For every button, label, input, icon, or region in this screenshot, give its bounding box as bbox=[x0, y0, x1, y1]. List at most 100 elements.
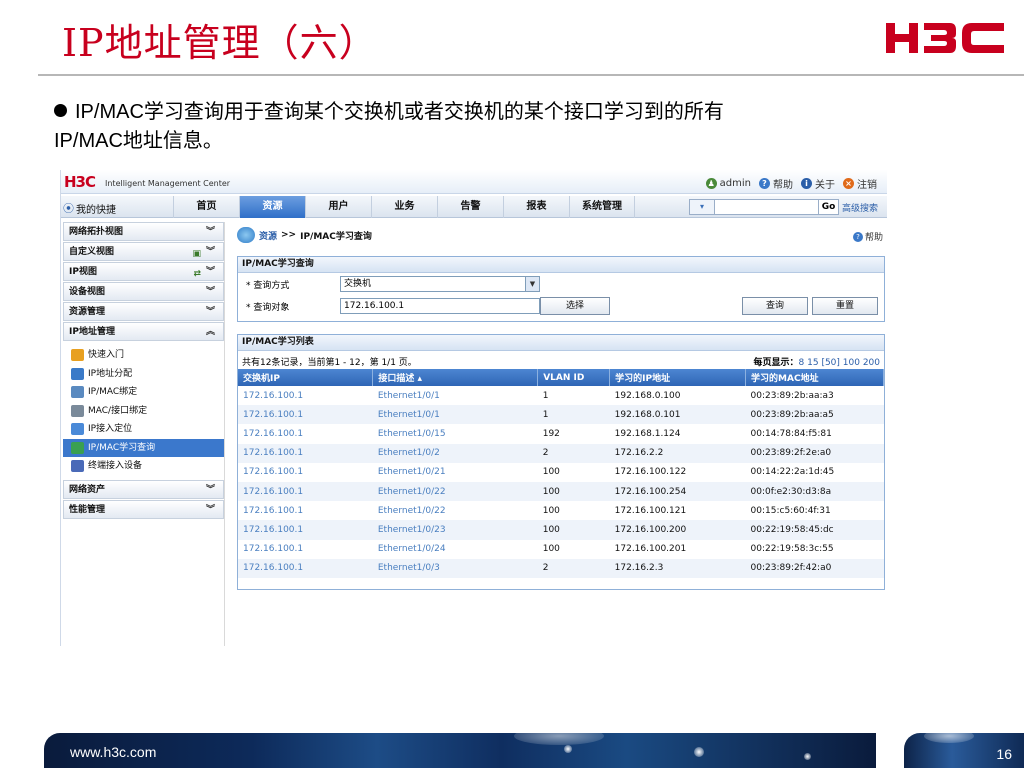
result-summary-bar: 共有12条记录，当前第1 - 12，第 1/1 页。 每页显示：8 15 [50… bbox=[238, 351, 884, 369]
column-header-3[interactable]: 学习的IP地址 bbox=[609, 369, 747, 386]
table-cell[interactable]: Ethernet1/0/24 bbox=[373, 540, 538, 559]
sidebar-group[interactable]: 网络资产 ︾ bbox=[63, 479, 224, 499]
table-row[interactable]: 172.16.100.1 Ethernet1/0/22 100 172.16.100.… bbox=[238, 501, 884, 520]
advanced-search-link[interactable]: 高级搜索 bbox=[842, 201, 878, 214]
sidebar-group[interactable]: 性能管理 ︾ bbox=[63, 499, 224, 519]
collapse-chevron-icon[interactable]: ︾ bbox=[206, 481, 215, 499]
collapse-chevron-icon[interactable]: ︽ bbox=[206, 323, 215, 341]
column-header-1[interactable]: 接口描述 ▴ bbox=[372, 369, 539, 386]
add-view-icon[interactable]: ▣ bbox=[192, 245, 201, 263]
sidebar-item-3[interactable]: MAC/接口绑定 bbox=[69, 402, 224, 421]
sidebar-item-1[interactable]: IP地址分配 bbox=[69, 365, 224, 384]
tab-1[interactable]: 资源 bbox=[239, 196, 305, 218]
query-button[interactable]: 查询 bbox=[742, 297, 808, 315]
table-row[interactable]: 172.16.100.1 Ethernet1/0/23 100 172.16.100.… bbox=[238, 520, 884, 540]
tab-3[interactable]: 业务 bbox=[371, 196, 437, 218]
footer-glint bbox=[924, 733, 974, 743]
title-divider bbox=[38, 74, 1024, 76]
table-cell[interactable]: 172.16.100.1 bbox=[238, 481, 373, 502]
collapse-chevron-icon[interactable]: ︾ bbox=[206, 303, 215, 321]
sidebar-group-label: IP地址管理 bbox=[69, 327, 115, 337]
table-cell[interactable]: 172.16.100.1 bbox=[238, 463, 373, 482]
table-cell[interactable]: Ethernet1/0/22 bbox=[372, 481, 538, 502]
bullet-paragraph: IP/MAC学习查询用于查询某个交换机或者交换机的某个接口学习到的所有 IP/M… bbox=[54, 98, 954, 156]
sidebar-item-2[interactable]: IP/MAC绑定 bbox=[69, 383, 224, 402]
collapse-chevron-icon[interactable]: ︾ bbox=[206, 223, 215, 241]
select-button[interactable]: 选择 bbox=[540, 297, 610, 315]
table-row[interactable]: 172.16.100.1 Ethernet1/0/15 192 192.168.1.1… bbox=[238, 424, 884, 443]
table-row[interactable]: 172.16.100.1 Ethernet1/0/1 1 192.168.0.100 0… bbox=[238, 386, 884, 405]
sidebar-item-4[interactable]: IP接入定位 bbox=[69, 420, 224, 439]
table-cell[interactable]: 172.16.100.1 bbox=[238, 540, 373, 559]
sidebar-group[interactable]: 设备视图 ︾ bbox=[63, 282, 224, 301]
collapse-chevron-icon[interactable]: ︾ bbox=[206, 263, 215, 281]
table-cell: 00:22:19:58:45:dc bbox=[745, 520, 884, 540]
table-cell[interactable]: 172.16.100.1 bbox=[238, 558, 373, 578]
table-cell[interactable]: Ethernet1/0/3 bbox=[372, 558, 538, 578]
tab-0[interactable]: 首页 bbox=[173, 196, 239, 218]
page-help-link[interactable]: ? 帮助 bbox=[852, 230, 883, 243]
table-cell: 00:22:19:58:3c:55 bbox=[750, 544, 834, 555]
sidebar-group[interactable]: 自定义视图 ▣ ︾ bbox=[63, 242, 224, 261]
reset-button[interactable]: 重置 bbox=[812, 297, 878, 315]
search-go-button[interactable]: Go bbox=[819, 199, 839, 215]
collapse-chevron-icon[interactable]: ︾ bbox=[206, 501, 215, 519]
table-row[interactable]: 172.16.100.1 Ethernet1/0/3 2 172.16.2.3 00:2… bbox=[238, 558, 884, 578]
sidebar-item-0[interactable]: 快速入门 bbox=[69, 346, 224, 365]
tab-6[interactable]: 系统管理 bbox=[569, 196, 635, 218]
collapse-chevron-icon[interactable]: ︾ bbox=[206, 243, 215, 261]
my-shortcut[interactable]: ⦿ 我的快捷 bbox=[63, 200, 116, 216]
page-size-options[interactable]: 8 15 [50] 100 200 bbox=[799, 358, 880, 368]
table-cell: 100 bbox=[537, 481, 610, 502]
table-cell[interactable]: Ethernet1/0/23 bbox=[372, 520, 538, 540]
ip-allocation-icon bbox=[71, 367, 84, 380]
query-target-row: * 查询对象 172.16.100.1 选择 查询 重置 bbox=[238, 295, 884, 317]
table-row[interactable]: 172.16.100.1 Ethernet1/0/21 100 172.16.100.… bbox=[238, 463, 884, 482]
search-input[interactable] bbox=[715, 199, 819, 215]
tab-4[interactable]: 告警 bbox=[437, 196, 503, 218]
user-link[interactable]: ♟ admin bbox=[705, 178, 751, 189]
footer-glint bbox=[514, 733, 604, 745]
table-cell[interactable]: 172.16.100.1 bbox=[238, 405, 373, 425]
table-cell[interactable]: Ethernet1/0/22 bbox=[373, 501, 538, 520]
table-cell[interactable]: Ethernet1/0/1 bbox=[372, 405, 538, 425]
table-cell[interactable]: Ethernet1/0/1 bbox=[373, 386, 538, 405]
breadcrumb-root[interactable]: 资源 bbox=[259, 229, 277, 242]
sidebar-group[interactable]: IP视图 ⇄ ︾ bbox=[63, 262, 224, 281]
table-cell[interactable]: 172.16.100.1 bbox=[238, 386, 373, 405]
collapse-chevron-icon[interactable]: ︾ bbox=[206, 283, 215, 301]
about-link[interactable]: i 关于 bbox=[801, 176, 835, 191]
sidebar-group[interactable]: 资源管理 ︾ bbox=[63, 302, 224, 321]
table-cell[interactable]: 172.16.100.1 bbox=[238, 443, 373, 463]
column-header-0[interactable]: 交换机IP bbox=[238, 369, 374, 386]
logout-link[interactable]: × 注销 bbox=[843, 176, 877, 191]
column-header-4[interactable]: 学习的MAC地址 bbox=[745, 369, 884, 386]
table-cell: 1 bbox=[542, 390, 549, 401]
chevron-down-icon: ▼ bbox=[525, 277, 539, 291]
search-type-select[interactable]: ▾ bbox=[689, 199, 715, 215]
sidebar-group[interactable]: IP地址管理 ︽ bbox=[63, 322, 224, 341]
table-cell[interactable]: 172.16.100.1 bbox=[238, 424, 373, 443]
sidebar-group[interactable]: 网络拓扑视图 ︾ bbox=[63, 222, 224, 241]
query-target-input[interactable]: 172.16.100.1 bbox=[340, 298, 540, 314]
tab-5[interactable]: 报表 bbox=[503, 196, 569, 218]
table-row[interactable]: 172.16.100.1 Ethernet1/0/22 100 172.16.100.… bbox=[238, 481, 884, 502]
table-row[interactable]: 172.16.100.1 Ethernet1/0/2 2 172.16.2.2 00:2… bbox=[238, 443, 884, 463]
table-cell[interactable]: 172.16.100.1 bbox=[238, 501, 373, 520]
help-link-top[interactable]: ? 帮助 bbox=[759, 176, 793, 191]
table-cell[interactable]: Ethernet1/0/15 bbox=[373, 424, 538, 443]
query-mode-select[interactable]: 交换机 ▼ bbox=[340, 276, 540, 292]
table-cell: 192 bbox=[542, 428, 560, 439]
table-row[interactable]: 172.16.100.1 Ethernet1/0/24 100 172.16.100.… bbox=[238, 540, 884, 559]
ip-view-tools-icon[interactable]: ⇄ bbox=[193, 265, 201, 283]
sidebar-item-6[interactable]: 终端接入设备 bbox=[69, 457, 224, 476]
sidebar-item-5[interactable]: IP/MAC学习查询 bbox=[63, 438, 224, 457]
column-header-2[interactable]: VLAN ID bbox=[537, 369, 611, 386]
sidebar-group-label: 自定义视图 bbox=[69, 247, 115, 257]
table-cell[interactable]: Ethernet1/0/21 bbox=[373, 463, 538, 482]
tab-2[interactable]: 用户 bbox=[305, 196, 371, 218]
table-row[interactable]: 172.16.100.1 Ethernet1/0/1 1 192.168.0.101 0… bbox=[238, 405, 884, 425]
footer-url[interactable]: www.h3c.com bbox=[70, 744, 156, 760]
table-cell[interactable]: 172.16.100.1 bbox=[238, 520, 373, 540]
table-cell[interactable]: Ethernet1/0/2 bbox=[372, 443, 538, 463]
